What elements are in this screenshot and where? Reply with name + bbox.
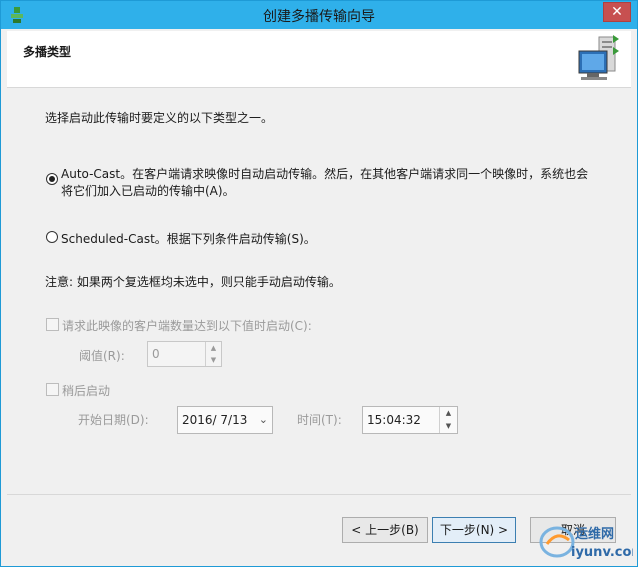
wizard-header: 多播类型 — [7, 31, 631, 88]
page-title: 多播类型 — [23, 45, 72, 59]
back-button[interactable]: < 上一步(B) — [342, 517, 428, 543]
chevron-up-icon[interactable]: ▲ — [206, 342, 221, 354]
close-button[interactable]: ✕ — [603, 2, 631, 22]
threshold-arrows[interactable]: ▲ ▼ — [205, 342, 221, 366]
chevron-down-icon[interactable]: ▼ — [440, 420, 457, 433]
time-value: 15:04:32 — [367, 413, 421, 427]
note-text: 注意: 如果两个复选框均未选中，则只能手动启动传输。 — [45, 275, 341, 289]
time-label: 时间(T): — [297, 413, 342, 427]
time-stepper[interactable]: 15:04:32 ▲ ▼ — [362, 406, 458, 434]
watermark-text-2: iyunv.com — [571, 545, 633, 560]
threshold-stepper[interactable]: 0 ▲ ▼ — [147, 341, 222, 367]
threshold-label: 阈值(R): — [79, 349, 125, 363]
wizard-content: 选择启动此传输时要定义的以下类型之一。 Auto-Cast。在客户端请求映像时自… — [1, 89, 637, 559]
chevron-down-icon[interactable]: ⌄ — [259, 413, 268, 426]
next-button[interactable]: 下一步(N) > — [432, 517, 516, 543]
autocast-label-line2[interactable]: 将它们加入已启动的传输中(A)。 — [61, 182, 235, 199]
footer-divider — [7, 494, 631, 495]
delayed-start-label[interactable]: 稍后启动 — [62, 382, 110, 399]
watermark-logo: 运维网 iyunv.com — [539, 526, 633, 560]
start-date-label: 开始日期(D): — [78, 413, 149, 427]
title-bar[interactable]: 创建多播传输向导 ✕ — [1, 1, 637, 29]
scheduledcast-label[interactable]: Scheduled-Cast。根据下列条件启动传输(S)。 — [61, 230, 316, 247]
chevron-up-icon[interactable]: ▲ — [440, 407, 457, 420]
start-date-value: 2016/ 7/13 — [182, 413, 248, 427]
window-title: 创建多播传输向导 — [263, 9, 375, 25]
wizard-window: 创建多播传输向导 ✕ 多播类型 选择启动此传输时要定义的以下类型之一。 Auto… — [0, 0, 638, 567]
chevron-down-icon[interactable]: ▼ — [206, 354, 221, 366]
start-date-picker[interactable]: 2016/ 7/13 ⌄ — [177, 406, 273, 434]
client-threshold-label[interactable]: 请求此映像的客户端数量达到以下值时启动(C): — [62, 317, 312, 334]
watermark-text-1: 运维网 — [575, 526, 614, 542]
scheduledcast-radio[interactable] — [46, 231, 58, 243]
autocast-radio[interactable] — [46, 173, 58, 185]
threshold-value: 0 — [152, 347, 160, 361]
autocast-label-line1[interactable]: Auto-Cast。在客户端请求映像时自动启动传输。然后，在其他客户端请求同一个… — [61, 165, 588, 182]
instruction-text: 选择启动此传输时要定义的以下类型之一。 — [45, 111, 274, 125]
client-threshold-checkbox[interactable] — [46, 318, 59, 331]
time-arrows[interactable]: ▲ ▼ — [439, 407, 457, 433]
delayed-start-checkbox[interactable] — [46, 383, 59, 396]
computer-network-icon — [578, 35, 619, 80]
